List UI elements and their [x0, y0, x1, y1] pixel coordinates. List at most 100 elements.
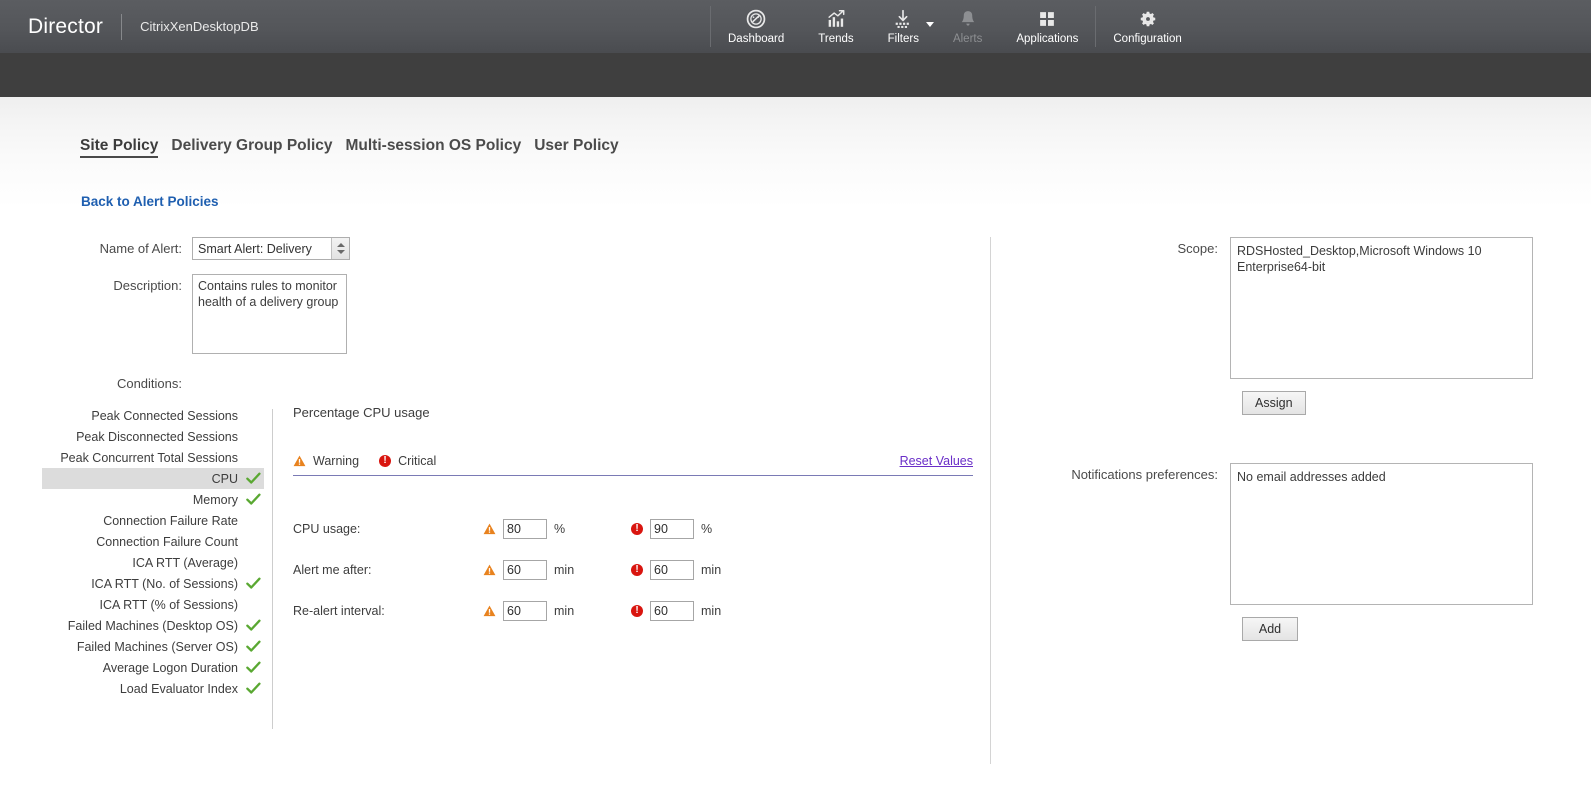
warning-triangle-icon: [483, 605, 496, 617]
condition-row-load-evaluator-index[interactable]: Load Evaluator Index: [42, 678, 264, 699]
spinner-down-icon[interactable]: [337, 250, 345, 254]
panel-spacer: [1010, 415, 1591, 439]
name-of-alert-value: Smart Alert: Delivery: [193, 242, 312, 256]
condition-label: Average Logon Duration: [103, 661, 238, 675]
main-nav: Dashboard Trends: [710, 0, 1199, 53]
nav-label-configuration: Configuration: [1113, 33, 1181, 45]
filters-funnel-icon: [892, 8, 914, 30]
description-row: Description:: [0, 274, 990, 354]
nav-item-filters[interactable]: Filters: [871, 0, 936, 53]
grid-apps-icon: [1036, 8, 1058, 30]
re-alert-interval-critical-unit: min: [701, 604, 721, 618]
name-of-alert-label: Name of Alert:: [0, 237, 192, 256]
condition-label: Peak Concurrent Total Sessions: [60, 451, 238, 465]
re-alert-interval-critical-input[interactable]: [650, 601, 694, 621]
nav-item-configuration[interactable]: Configuration: [1096, 0, 1198, 53]
notifications-value-box[interactable]: No email addresses added: [1230, 463, 1533, 605]
condition-detail-panel: Percentage CPU usage Warning: [293, 405, 980, 631]
assign-button[interactable]: Assign: [1242, 391, 1306, 415]
condition-row-ica-rtt-no-of-sessions[interactable]: ICA RTT (No. of Sessions): [42, 573, 264, 594]
re-alert-interval-warning-input[interactable]: [503, 601, 547, 621]
check-icon: [244, 493, 262, 506]
subnav-item-user-policy[interactable]: User Policy: [534, 137, 618, 155]
scope-label: Scope:: [1010, 237, 1230, 258]
critical-circle-icon: [631, 605, 643, 617]
cpu-usage-critical-unit: %: [701, 522, 712, 536]
alert-me-after-warning-input[interactable]: [503, 560, 547, 580]
nav-item-dashboard[interactable]: Dashboard: [711, 0, 801, 53]
threshold-warning-cell: min: [483, 560, 631, 580]
nav-label-trends: Trends: [818, 33, 853, 45]
check-icon: [244, 619, 262, 632]
trends-chart-icon: [825, 8, 847, 30]
two-column-layout: Name of Alert: Smart Alert: Delivery Des…: [0, 237, 1591, 775]
nav-label-applications: Applications: [1016, 33, 1078, 45]
alert-me-after-critical-input[interactable]: [650, 560, 694, 580]
condition-row-failed-machines-server-os[interactable]: Failed Machines (Server OS): [42, 636, 264, 657]
condition-row-peak-connected-sessions[interactable]: Peak Connected Sessions: [42, 405, 264, 426]
conditions-divider: [272, 409, 273, 729]
policy-subnav: Site Policy Delivery Group Policy Multi-…: [0, 125, 1591, 158]
brand-divider: [121, 14, 122, 40]
cpu-usage-critical-input[interactable]: [650, 519, 694, 539]
condition-row-average-logon-duration[interactable]: Average Logon Duration: [42, 657, 264, 678]
condition-row-ica-rtt-average[interactable]: ICA RTT (Average): [42, 552, 264, 573]
spinner-buttons[interactable]: [331, 238, 349, 259]
name-of-alert-input[interactable]: Smart Alert: Delivery: [192, 237, 350, 260]
reset-values-link[interactable]: Reset Values: [900, 454, 973, 468]
gear-icon: [1137, 8, 1159, 30]
alert-me-after-warning-unit: min: [554, 563, 574, 577]
add-button[interactable]: Add: [1242, 617, 1298, 641]
scope-value-box[interactable]: RDSHosted_Desktop,Microsoft Windows 10 E…: [1230, 237, 1533, 379]
app-title: Director: [28, 15, 103, 39]
subnav-item-multi-session-os-policy[interactable]: Multi-session OS Policy: [346, 137, 522, 155]
notifications-preferences-label: Notifications preferences:: [1010, 463, 1230, 484]
top-header-bar: Director CitrixXenDesktopDB Dashboard: [0, 0, 1591, 53]
threshold-label: Alert me after:: [293, 563, 483, 577]
nav-item-trends[interactable]: Trends: [801, 0, 870, 53]
threshold-row-re-alert-interval: Re-alert interval: min: [293, 590, 980, 631]
condition-row-memory[interactable]: Memory: [42, 489, 264, 510]
condition-row-peak-disconnected-sessions[interactable]: Peak Disconnected Sessions: [42, 426, 264, 447]
conditions-label: Conditions:: [0, 376, 192, 391]
cpu-usage-warning-input[interactable]: [503, 519, 547, 539]
condition-label: Failed Machines (Desktop OS): [68, 619, 238, 633]
brand-area: Director CitrixXenDesktopDB: [0, 0, 259, 53]
scope-row: Scope: RDSHosted_Desktop,Microsoft Windo…: [1010, 237, 1591, 379]
warning-triangle-icon: [483, 523, 496, 535]
critical-circle-icon: [379, 455, 391, 467]
warning-triangle-icon: [483, 564, 496, 576]
condition-row-cpu[interactable]: CPU: [42, 468, 264, 489]
condition-label: ICA RTT (% of Sessions): [100, 598, 238, 612]
threshold-legend: Warning Critical Reset Values: [293, 454, 973, 476]
condition-label: CPU: [212, 472, 238, 486]
side-panel: Scope: RDSHosted_Desktop,Microsoft Windo…: [1010, 237, 1591, 641]
alert-me-after-critical-unit: min: [701, 563, 721, 577]
main-panel: Name of Alert: Smart Alert: Delivery Des…: [0, 237, 990, 735]
condition-row-connection-failure-count[interactable]: Connection Failure Count: [42, 531, 264, 552]
dashboard-gauge-icon: [745, 8, 767, 30]
condition-row-connection-failure-rate[interactable]: Connection Failure Rate: [42, 510, 264, 531]
back-to-alert-policies-link[interactable]: Back to Alert Policies: [81, 194, 219, 209]
chevron-down-icon[interactable]: [926, 22, 934, 27]
condition-row-peak-concurrent-total-sessions[interactable]: Peak Concurrent Total Sessions: [42, 447, 264, 468]
condition-row-failed-machines-desktop-os[interactable]: Failed Machines (Desktop OS): [42, 615, 264, 636]
nav-label-filters: Filters: [888, 33, 919, 45]
nav-item-applications[interactable]: Applications: [999, 0, 1095, 53]
sub-header-band: Citrix Alerts Citrix Alerts Policy Email…: [0, 53, 1591, 97]
check-icon: [244, 682, 262, 695]
detail-title: Percentage CPU usage: [293, 405, 980, 420]
subnav-item-site-policy[interactable]: Site Policy: [80, 137, 158, 158]
panel-spacer-2: [1010, 439, 1591, 463]
description-textarea[interactable]: [192, 274, 347, 354]
condition-label: Connection Failure Count: [96, 535, 238, 549]
spinner-up-icon[interactable]: [337, 243, 345, 247]
critical-circle-icon: [631, 564, 643, 576]
condition-row-ica-rtt-percent-of-sessions[interactable]: ICA RTT (% of Sessions): [42, 594, 264, 615]
threshold-label: Re-alert interval:: [293, 604, 483, 618]
subnav-item-delivery-group-policy[interactable]: Delivery Group Policy: [171, 137, 332, 155]
condition-label: Failed Machines (Server OS): [77, 640, 238, 654]
bell-icon: [957, 8, 979, 30]
condition-label: Memory: [193, 493, 238, 507]
nav-item-alerts[interactable]: Alerts: [936, 0, 999, 53]
